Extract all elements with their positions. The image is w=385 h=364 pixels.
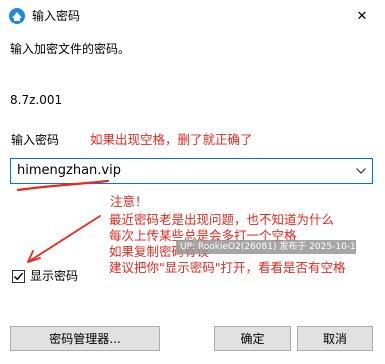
- password-input[interactable]: himengzhan.vip: [17, 162, 121, 180]
- annotation-space-hint: 如果出现空格，删了就正确了: [90, 132, 253, 147]
- arrow-head: [27, 250, 41, 263]
- upload-watermark: UP: RookieO2(26081) 发布于 2025-10-17: [176, 240, 356, 254]
- lock-app-icon: [8, 7, 26, 25]
- prompt-text: 输入加密文件的密码。: [10, 42, 131, 56]
- password-manager-button[interactable]: 密码管理器...: [10, 326, 160, 351]
- window-title: 输入密码: [32, 9, 81, 23]
- close-button[interactable]: ✕: [339, 0, 385, 32]
- cancel-button[interactable]: 取消: [297, 326, 373, 351]
- show-password-checkbox[interactable]: [12, 269, 25, 283]
- chevron-down-icon[interactable]: [352, 161, 370, 181]
- show-password-label: 显示密码: [30, 269, 79, 283]
- annotation-line: 建议把你"显示密码"打开，看看是否有空格: [109, 260, 346, 275]
- annotation-line: 最近密码老是出现问题，也不知道为什么: [109, 212, 335, 227]
- check-icon: [13, 272, 24, 280]
- password-label: 输入密码: [11, 133, 60, 147]
- password-dialog: 输入密码 ✕ 输入加密文件的密码。 8.7z.001 输入密码 himengzh…: [0, 0, 385, 364]
- show-password-toggle[interactable]: 显示密码: [12, 268, 78, 284]
- password-combobox[interactable]: himengzhan.vip: [10, 158, 373, 184]
- archive-filename: 8.7z.001: [10, 93, 63, 107]
- ok-button[interactable]: 确定: [214, 326, 291, 351]
- title-bar: 输入密码 ✕: [0, 0, 385, 32]
- annotation-heading: 注意！: [110, 194, 148, 209]
- arrow-stroke: [27, 215, 101, 263]
- close-icon: ✕: [356, 8, 368, 24]
